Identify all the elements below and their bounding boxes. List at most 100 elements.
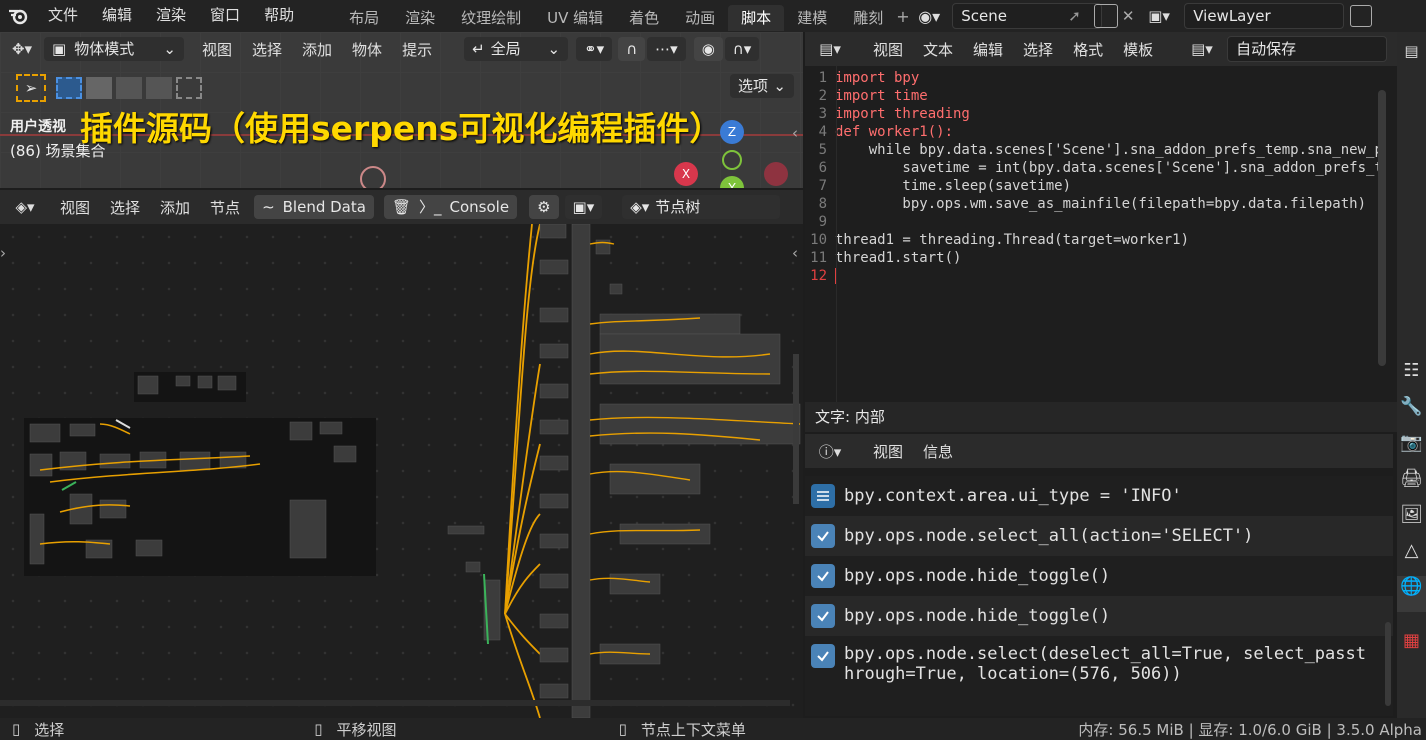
node[interactable]: [539, 259, 569, 275]
menu-render[interactable]: 渲染: [144, 0, 198, 32]
node-menu-node[interactable]: 节点: [200, 197, 250, 218]
node[interactable]: [539, 224, 567, 239]
text-file-selector[interactable]: ▤▾ 自动保存: [1191, 36, 1388, 62]
node[interactable]: [29, 453, 53, 477]
view-layer-properties-icon[interactable]: 🖼: [1397, 504, 1426, 540]
node[interactable]: [179, 451, 211, 471]
node[interactable]: [539, 533, 569, 549]
info-report-item[interactable]: bpy.context.area.ui_type = 'INFO': [805, 476, 1393, 516]
info-editor-type-icon[interactable]: ⓘ▾: [805, 441, 855, 462]
node[interactable]: [217, 375, 237, 391]
viewport-menu-object[interactable]: 物体: [342, 39, 392, 60]
text-menu-format[interactable]: 格式: [1063, 39, 1113, 60]
node[interactable]: [619, 523, 711, 545]
tab-shading[interactable]: 着色: [616, 5, 672, 31]
tab-layout[interactable]: 布局: [336, 5, 392, 31]
tool-tab-icon[interactable]: ☷: [1397, 360, 1426, 396]
node[interactable]: [539, 307, 569, 323]
text-menu-templates[interactable]: 模板: [1113, 39, 1163, 60]
node[interactable]: [539, 383, 569, 399]
text-menu-text[interactable]: 文本: [913, 39, 963, 60]
node[interactable]: [539, 647, 569, 663]
menu-window[interactable]: 窗口: [198, 0, 252, 32]
close-icon[interactable]: ✕: [1118, 7, 1138, 25]
sidebar-toggle-icon[interactable]: ‹: [792, 244, 798, 262]
text-menu-edit[interactable]: 编辑: [963, 39, 1013, 60]
snap-target-icon[interactable]: ⋯▾: [647, 37, 686, 61]
info-scrollbar[interactable]: [1385, 622, 1391, 706]
scene-properties-icon[interactable]: △: [1397, 540, 1426, 576]
view-layer-selector[interactable]: ▣▾ ViewLayer: [1148, 3, 1373, 29]
tab-modeling[interactable]: 建模: [784, 5, 840, 31]
node[interactable]: [135, 539, 163, 557]
new-view-layer-icon[interactable]: [1350, 5, 1373, 27]
node[interactable]: [539, 613, 569, 629]
node[interactable]: [539, 493, 569, 509]
node[interactable]: [289, 421, 313, 441]
menu-edit[interactable]: 编辑: [90, 0, 144, 32]
info-menu-view[interactable]: 视图: [863, 441, 913, 462]
node-editor[interactable]: ◈▾ 视图 选择 添加 节点 ∼ Blend Data 🗑 〉_ Console…: [0, 190, 803, 718]
code-area[interactable]: 1 import bpy 2 import time 3 import threadi…: [805, 66, 1397, 285]
node[interactable]: [99, 453, 131, 469]
node[interactable]: [539, 455, 569, 471]
view-layer-field[interactable]: ViewLayer: [1184, 3, 1345, 29]
gizmo-negative-y-icon[interactable]: [722, 150, 742, 170]
pin-icon[interactable]: ➚: [1068, 7, 1090, 25]
node-menu-view[interactable]: 视图: [50, 197, 100, 218]
transform-tool-icon[interactable]: ✥▾: [0, 40, 44, 58]
node[interactable]: [539, 683, 569, 699]
text-editor[interactable]: ▤▾ 视图 文本 编辑 选择 格式 模板 ▤▾ 自动保存 1 import bpy…: [805, 32, 1397, 402]
falloff-icon[interactable]: ∩▾: [724, 37, 760, 61]
viewport-menu-select[interactable]: 选择: [242, 39, 292, 60]
scene-selector[interactable]: ◉▾ Scene ➚ ✕: [918, 3, 1138, 29]
select-intersect-icon[interactable]: [176, 77, 202, 99]
blender-logo-icon[interactable]: [0, 0, 36, 32]
select-invert-icon[interactable]: [146, 77, 172, 99]
text-file-name[interactable]: 自动保存: [1227, 36, 1388, 62]
menu-file[interactable]: 文件: [36, 0, 90, 32]
select-subtract-icon[interactable]: [116, 77, 142, 99]
node[interactable]: [465, 561, 481, 573]
node-menu-add[interactable]: 添加: [150, 197, 200, 218]
gizmo-z-icon[interactable]: Z: [720, 120, 744, 144]
node[interactable]: [599, 643, 661, 665]
new-scene-icon[interactable]: [1094, 4, 1119, 28]
console-button[interactable]: 🗑 〉_ Console: [383, 195, 518, 219]
select-box-tool-icon[interactable]: ➢: [16, 74, 46, 102]
node[interactable]: [319, 421, 343, 435]
texture-properties-icon[interactable]: ▦: [1397, 630, 1426, 660]
text-editor-type-icon[interactable]: ▤▾: [805, 40, 855, 58]
snap-icon[interactable]: ∩: [618, 37, 646, 61]
vertical-scrollbar[interactable]: [793, 354, 799, 504]
orientation-dropdown[interactable]: ↵ 全局 ⌄: [464, 37, 569, 61]
node[interactable]: [69, 423, 96, 437]
info-report-item[interactable]: bpy.ops.node.hide_toggle(): [805, 596, 1393, 636]
node[interactable]: [609, 283, 623, 295]
node[interactable]: [137, 375, 159, 395]
info-menu-info[interactable]: 信息: [913, 441, 963, 462]
node[interactable]: [609, 573, 661, 595]
node-tree-selector[interactable]: ◈▾ 节点树: [622, 195, 781, 219]
node[interactable]: [197, 375, 213, 389]
viewport-menu-view[interactable]: 视图: [192, 39, 242, 60]
node[interactable]: [447, 525, 485, 535]
node[interactable]: [539, 343, 569, 359]
mode-dropdown[interactable]: ▣ 物体模式 ⌄: [44, 37, 184, 61]
tab-uv-editing[interactable]: UV 编辑: [534, 5, 616, 31]
node[interactable]: [539, 573, 569, 589]
select-extend-icon[interactable]: [86, 77, 112, 99]
world-properties-icon[interactable]: 🌐: [1397, 576, 1426, 612]
gizmo-negative-x-icon[interactable]: [764, 162, 788, 186]
node[interactable]: [29, 513, 45, 565]
node[interactable]: [539, 419, 569, 435]
node[interactable]: [599, 313, 741, 335]
node[interactable]: [599, 333, 781, 385]
menu-help[interactable]: 帮助: [252, 0, 306, 32]
gizmo-x-icon[interactable]: X: [674, 162, 698, 186]
info-report-list[interactable]: bpy.context.area.ui_type = 'INFO' bpy.op…: [805, 476, 1393, 716]
sidebar-toggle-icon[interactable]: ‹: [792, 124, 798, 142]
node[interactable]: [289, 499, 327, 559]
tab-animation[interactable]: 动画: [672, 5, 728, 31]
viewport-menu-hint[interactable]: 提示: [392, 39, 442, 60]
